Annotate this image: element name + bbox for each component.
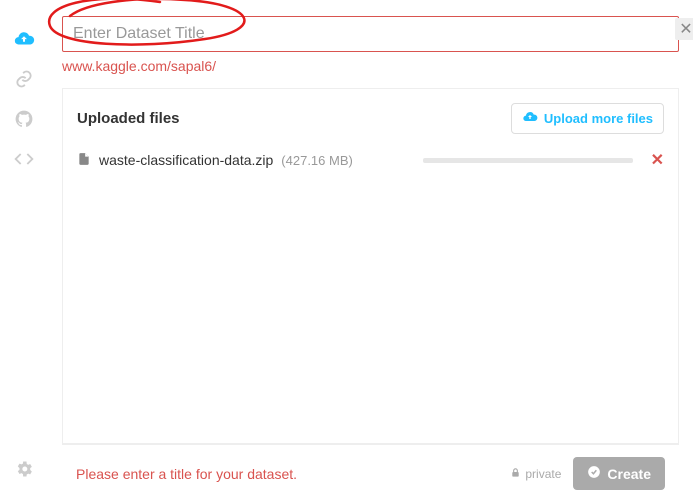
file-size: (427.16 MB): [281, 153, 353, 168]
file-icon: [77, 151, 91, 170]
delete-file-icon[interactable]: ✕: [651, 150, 664, 170]
create-button[interactable]: Create: [573, 457, 665, 490]
file-row: waste-classification-data.zip (427.16 MB…: [63, 144, 678, 176]
close-icon[interactable]: ✕: [675, 18, 693, 40]
file-name: waste-classification-data.zip: [99, 152, 273, 168]
gear-icon[interactable]: [13, 458, 35, 480]
uploaded-files-panel: Uploaded files Upload more files waste-c…: [62, 88, 679, 444]
github-icon[interactable]: [13, 108, 35, 130]
upload-more-label: Upload more files: [544, 111, 653, 126]
upload-more-button[interactable]: Upload more files: [511, 103, 664, 134]
error-message: Please enter a title for your dataset.: [76, 466, 498, 482]
file-progress-bar: [423, 158, 633, 163]
sidebar: [0, 0, 48, 502]
upload-cloud-icon[interactable]: [13, 28, 35, 50]
footer: Please enter a title for your dataset. p…: [62, 444, 679, 502]
lock-icon: [510, 467, 521, 481]
panel-title: Uploaded files: [77, 110, 180, 127]
main-content: ✕ www.kaggle.com/sapal6/ Uploaded files …: [48, 0, 693, 502]
cloud-upload-icon: [522, 109, 538, 128]
topbar: ✕ www.kaggle.com/sapal6/: [48, 0, 693, 74]
dataset-url: www.kaggle.com/sapal6/: [62, 58, 679, 74]
dataset-title-input[interactable]: [62, 16, 679, 52]
code-icon[interactable]: [13, 148, 35, 170]
privacy-indicator[interactable]: private: [510, 467, 561, 481]
privacy-label: private: [525, 467, 561, 481]
link-icon[interactable]: [13, 68, 35, 90]
check-circle-icon: [587, 465, 601, 482]
create-label: Create: [607, 466, 651, 482]
